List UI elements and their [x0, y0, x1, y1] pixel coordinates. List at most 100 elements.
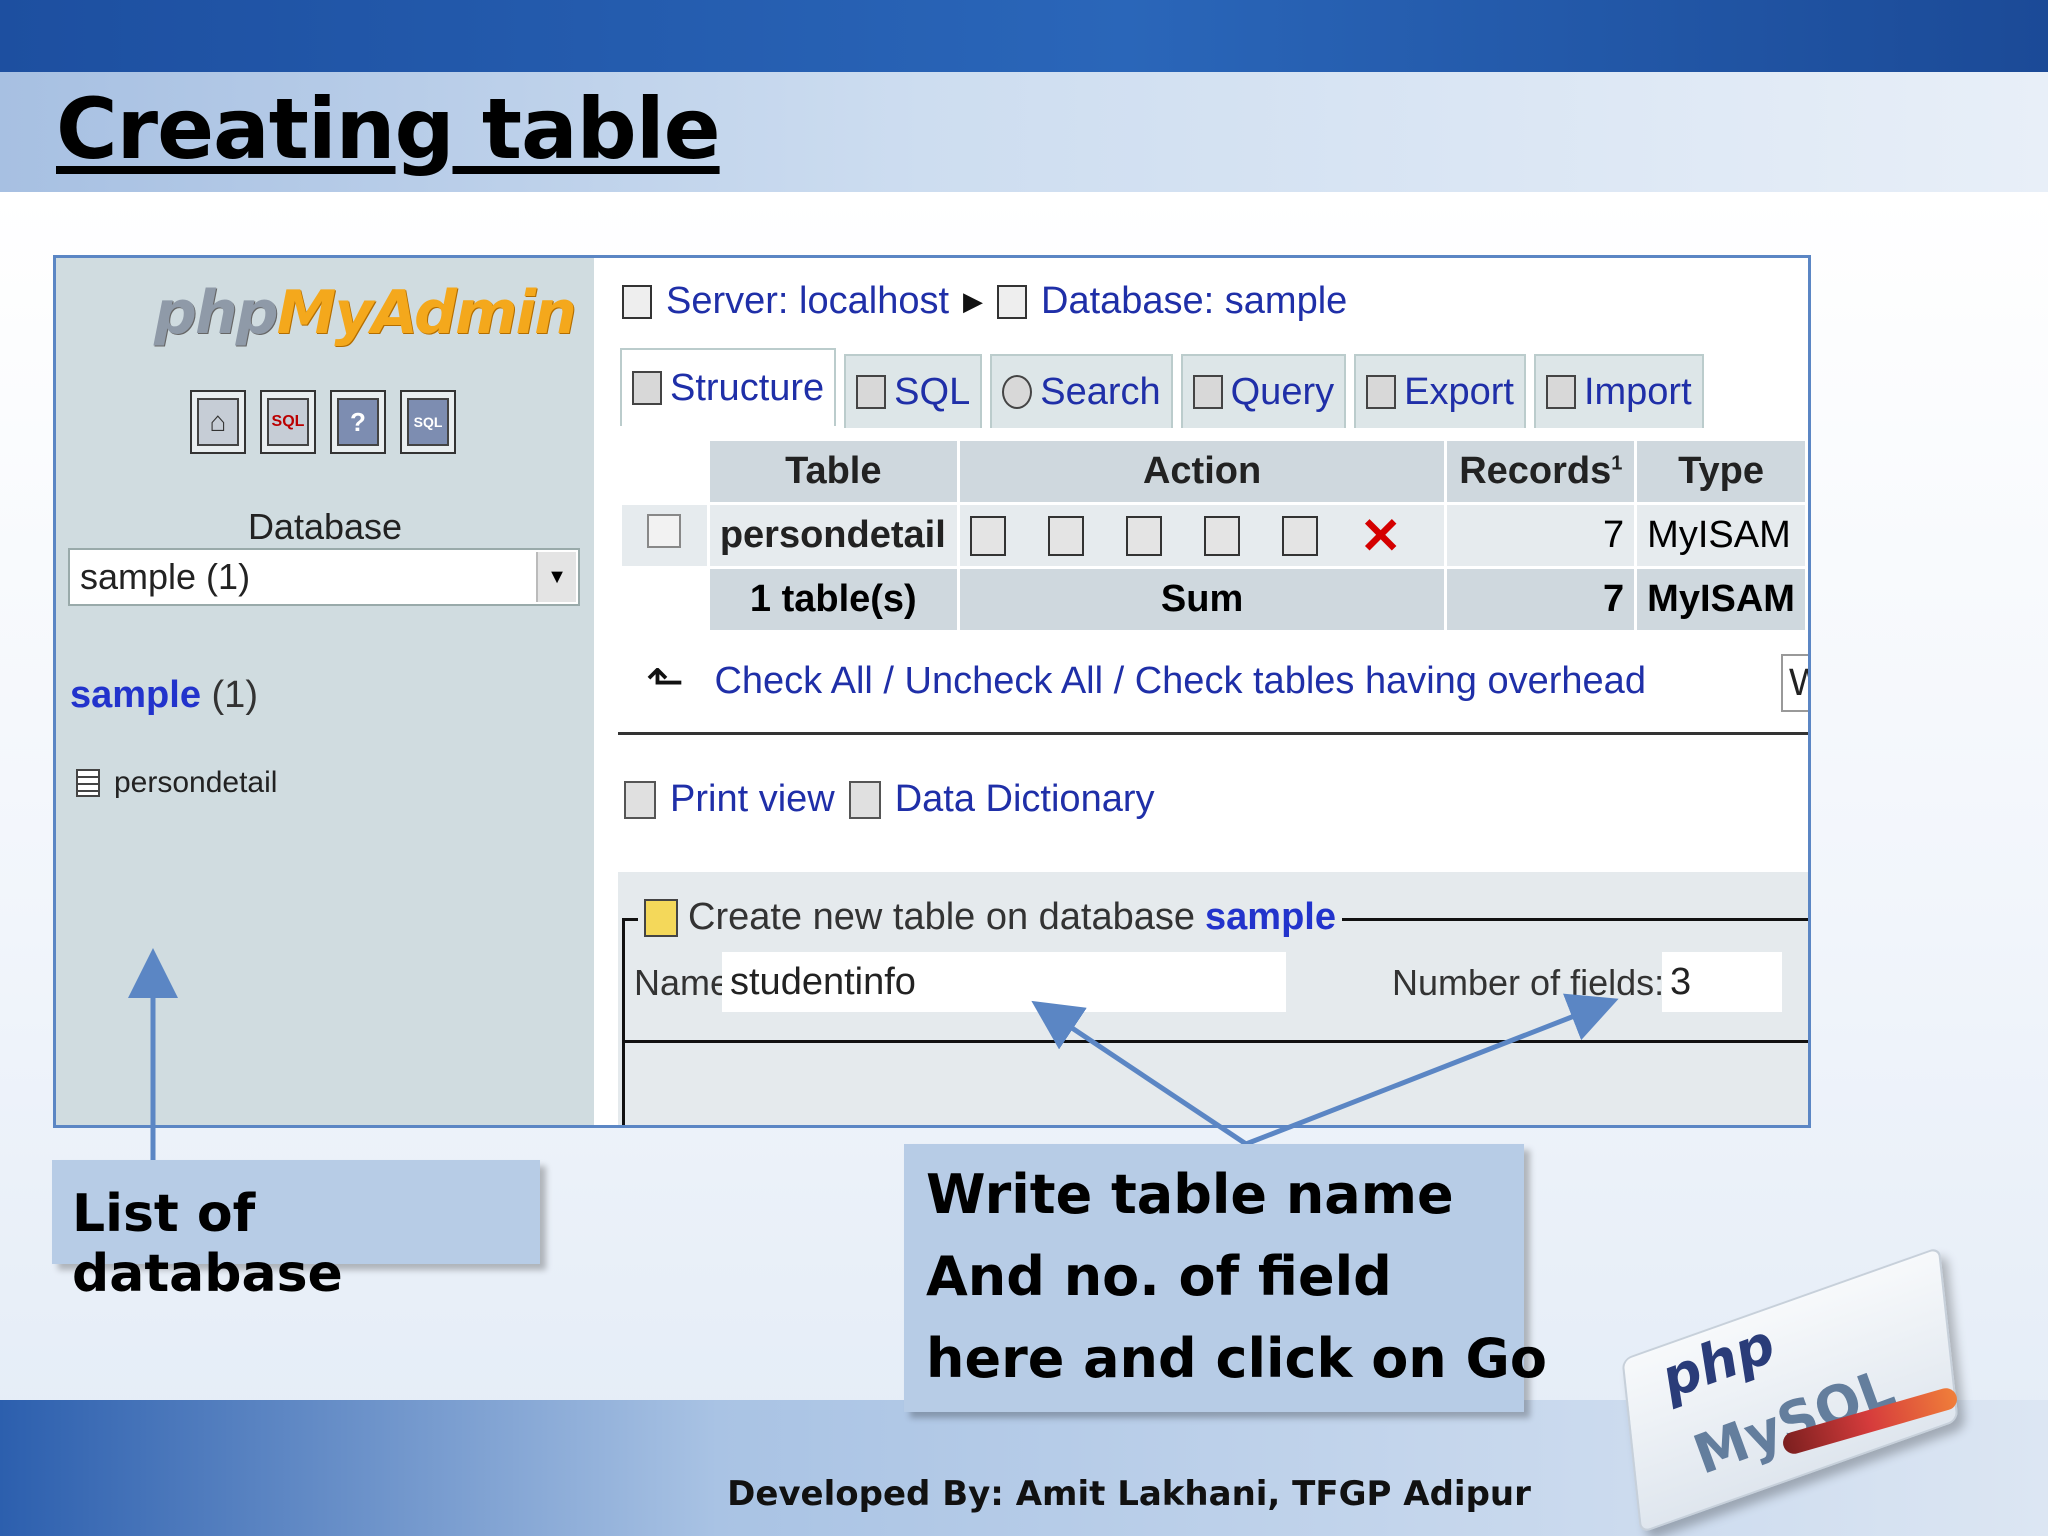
- header-action: Action: [956, 438, 1448, 505]
- database-select[interactable]: sample (1) ▼: [68, 548, 580, 606]
- check-all-links[interactable]: Check All / Uncheck All / Check tables h…: [714, 660, 1646, 703]
- chevron-down-icon[interactable]: ▼: [536, 552, 576, 602]
- number-of-fields-label: Number of fields:: [1392, 962, 1665, 1003]
- create-legend-db: sample: [1205, 896, 1336, 938]
- export-icon: [1366, 375, 1397, 409]
- home-icon[interactable]: ⌂: [190, 390, 246, 454]
- data-dictionary-icon: [848, 780, 881, 819]
- header-type: Type: [1634, 438, 1808, 505]
- sql-icon[interactable]: SQL: [260, 390, 316, 454]
- print-links-row: Print view Data Dictionary: [624, 778, 1154, 821]
- phpmyadmin-screenshot: phpMyAdmin ⌂ SQL ? SQL Database sample (…: [53, 255, 1811, 1128]
- server-icon: [622, 284, 652, 319]
- new-table-icon: [644, 898, 678, 937]
- sql-query-icon[interactable]: SQL: [400, 390, 456, 454]
- header-checkbox-col: [619, 438, 710, 505]
- database-label: Database: [247, 506, 403, 547]
- query-icon: [1192, 375, 1223, 409]
- tab-export-label: Export: [1404, 370, 1514, 413]
- arrow-up-icon: ⬑: [646, 655, 685, 707]
- summary-row: 1 table(s) Sum 7 MyISAM: [619, 566, 1808, 633]
- help-icon[interactable]: ?: [330, 390, 386, 454]
- row-checkbox-cell: [619, 502, 710, 569]
- slide-title: Creating table: [56, 80, 721, 178]
- insert-icon[interactable]: [1203, 515, 1240, 556]
- tab-import[interactable]: Import: [1533, 354, 1704, 428]
- breadcrumb: Server: localhost ▶ Database: sample: [622, 280, 1347, 323]
- tab-search[interactable]: Search: [990, 354, 1173, 428]
- database-icon: [997, 284, 1028, 319]
- printer-icon: [624, 780, 656, 819]
- row-table-name[interactable]: persondetail: [706, 502, 960, 569]
- breadcrumb-server[interactable]: Server: localhost: [666, 280, 949, 323]
- fieldset-divider: [622, 1040, 1808, 1043]
- phpmyadmin-logo: phpMyAdmin: [154, 278, 577, 348]
- print-view-link[interactable]: Print view: [670, 778, 835, 821]
- summary-action: Sum: [956, 566, 1448, 633]
- drop-icon[interactable]: ✕: [1360, 511, 1402, 561]
- create-table-fieldset: [622, 918, 1808, 1125]
- search-icon[interactable]: [1125, 515, 1162, 556]
- tab-structure[interactable]: Structure: [620, 348, 837, 426]
- write-table-name-callout: Write table name And no. of field here a…: [904, 1144, 1547, 1412]
- summary-empty-cell: [619, 566, 710, 633]
- structure-icon: [632, 371, 662, 405]
- help-icon-label: ?: [337, 398, 379, 446]
- php-mysql-logo: php MySQL: [1600, 1246, 2020, 1534]
- row-actions: ✕: [956, 502, 1448, 569]
- tree-db-name[interactable]: sample: [70, 674, 201, 716]
- table-icon[interactable]: [76, 769, 100, 797]
- tab-export[interactable]: Export: [1354, 354, 1526, 428]
- tree-table-item[interactable]: persondetail: [76, 766, 277, 800]
- nav-icon-row: ⌂ SQL ? SQL: [190, 390, 456, 454]
- main-panel: Server: localhost ▶ Database: sample Str…: [594, 258, 1808, 1125]
- structure-table: Table Action Records1 Type persondetail: [619, 438, 1808, 633]
- breadcrumb-separator-icon: ▶: [963, 286, 984, 316]
- summary-records: 7: [1444, 566, 1638, 633]
- tab-bar: Structure SQL Search Query Export Import: [620, 348, 1704, 428]
- logo-myadmin-text: MyAdmin: [276, 278, 577, 348]
- tab-sql-label: SQL: [894, 370, 971, 413]
- callout-line-3: here and click on Go: [926, 1327, 1547, 1390]
- create-table-legend: Create new table on database sample: [638, 896, 1342, 939]
- tab-sql[interactable]: SQL: [844, 354, 983, 428]
- database-select-value: sample (1): [80, 556, 251, 597]
- with-selected-select[interactable]: With: [1781, 654, 1808, 712]
- browse-icon[interactable]: [969, 515, 1006, 556]
- callout-line-2: And no. of field: [926, 1245, 1392, 1308]
- callout-line-1: Write table name: [926, 1163, 1454, 1226]
- structure-icon[interactable]: [1047, 515, 1084, 556]
- top-band: [0, 0, 2048, 72]
- tree-table-name[interactable]: persondetail: [114, 766, 277, 800]
- header-records[interactable]: Records1: [1444, 438, 1638, 505]
- search-icon: [1002, 375, 1033, 409]
- database-tree-item[interactable]: sample (1): [70, 674, 258, 717]
- check-all-row: ⬑ Check All / Uncheck All / Check tables…: [646, 654, 1646, 708]
- list-of-database-callout: List of database: [52, 1160, 540, 1304]
- tab-structure-label: Structure: [670, 366, 825, 409]
- create-legend-prefix: Create new table on database: [688, 896, 1196, 938]
- sql-tab-icon: [856, 375, 887, 409]
- data-dictionary-link[interactable]: Data Dictionary: [895, 778, 1155, 821]
- row-records: 7: [1444, 502, 1638, 569]
- table-name-input[interactable]: [722, 952, 1286, 1012]
- tab-query[interactable]: Query: [1180, 354, 1347, 428]
- logo-php-text: php: [154, 278, 279, 348]
- import-icon: [1545, 375, 1576, 409]
- header-table[interactable]: Table: [706, 438, 960, 505]
- breadcrumb-database[interactable]: Database: sample: [1041, 280, 1347, 323]
- sql-query-icon-label: SQL: [407, 398, 449, 446]
- number-of-fields-input[interactable]: [1662, 952, 1782, 1012]
- summary-type: MyISAM: [1634, 566, 1808, 633]
- table-row: persondetail ✕ 7 MyISAM: [619, 502, 1808, 569]
- divider: [618, 732, 1808, 735]
- credit-footer: Developed By: Amit Lakhani, TFGP Adipur: [727, 1474, 1531, 1514]
- records-footnote: 1: [1611, 452, 1623, 475]
- row-checkbox[interactable]: [647, 513, 682, 548]
- tree-db-count: (1): [211, 674, 258, 716]
- header-records-label: Records: [1459, 450, 1612, 492]
- row-type: MyISAM: [1634, 502, 1808, 569]
- tab-search-label: Search: [1040, 370, 1161, 413]
- navigation-panel: phpMyAdmin ⌂ SQL ? SQL Database sample (…: [56, 258, 594, 1125]
- empty-icon[interactable]: [1281, 515, 1318, 556]
